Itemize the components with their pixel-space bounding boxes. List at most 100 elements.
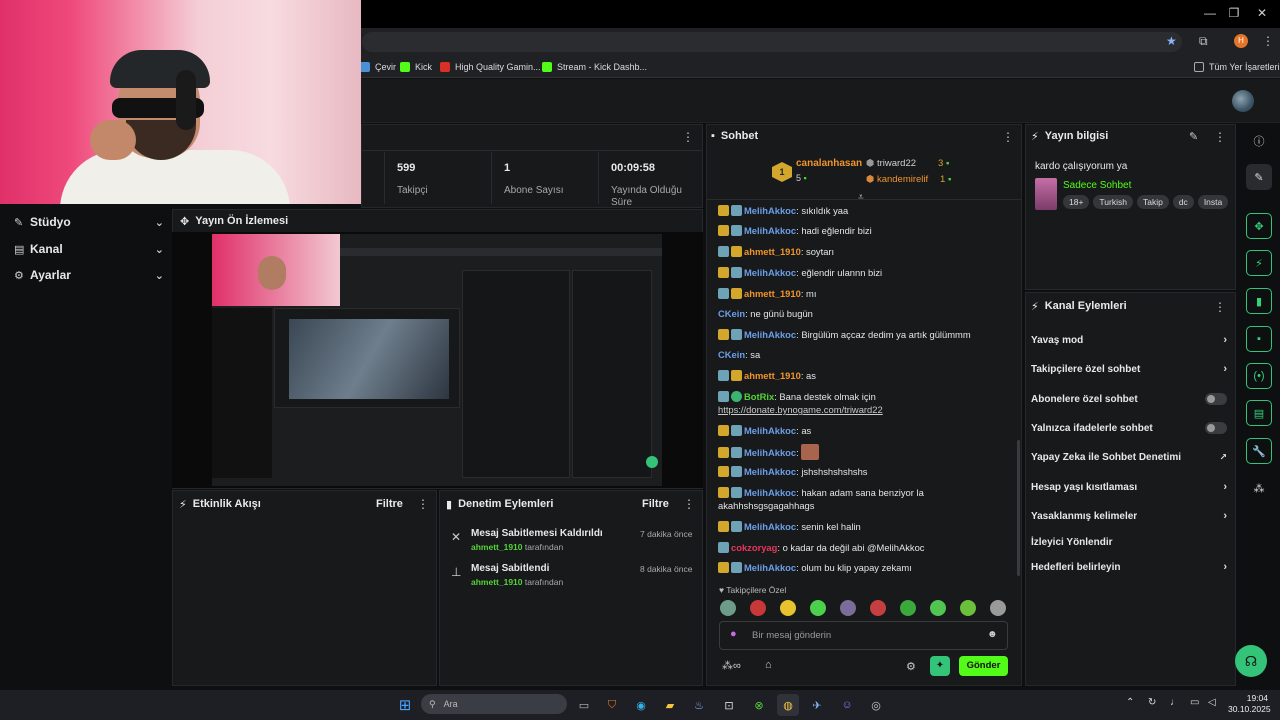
layout-icon[interactable]: ▤: [1246, 400, 1272, 426]
stream-category[interactable]: Sadece Sohbet: [1063, 180, 1131, 191]
kebab-icon[interactable]: ⋮: [683, 497, 695, 511]
taskbar-search[interactable]: ⚲ Ara: [421, 694, 567, 714]
bookmark-star-icon[interactable]: ★: [1166, 34, 1177, 48]
pen-icon: ✎: [14, 216, 24, 229]
tag[interactable]: Takip: [1136, 195, 1169, 209]
followers-only-chat[interactable]: Takipçilere özel sohbet ›: [1031, 361, 1227, 377]
users-icon[interactable]: ⁂∞: [722, 659, 741, 672]
wrench-icon[interactable]: 🔧: [1246, 438, 1272, 464]
account-age-restriction[interactable]: Hesap yaşı kısıtlaması ›: [1031, 479, 1227, 495]
discord-icon[interactable]: ☺: [836, 694, 858, 716]
edit-icon[interactable]: ✎: [1189, 130, 1198, 143]
preview-face: [258, 256, 286, 290]
emoji-icon[interactable]: ☻: [987, 629, 998, 640]
xbox-icon[interactable]: ⊗: [748, 694, 770, 716]
emote[interactable]: [810, 600, 826, 616]
emote[interactable]: [780, 600, 796, 616]
chat-toggle-icon[interactable]: ▪: [1246, 326, 1272, 352]
nav-studio[interactable]: ✎ Stüdyo ⌄: [14, 212, 164, 232]
obs-icon[interactable]: ◎: [865, 694, 887, 716]
support-icon[interactable]: ☊: [1235, 645, 1267, 677]
extensions-icon[interactable]: ⧉: [1199, 34, 1208, 49]
kebab-icon[interactable]: ⋮: [417, 497, 429, 511]
kebab-icon[interactable]: ⋮: [1002, 130, 1014, 144]
profile-avatar[interactable]: H: [1234, 34, 1248, 48]
emote[interactable]: [960, 600, 976, 616]
donate-link[interactable]: https://donate.bynogame.com/triward22: [718, 404, 883, 415]
users-icon[interactable]: ⁂: [1246, 475, 1272, 501]
broadcast-icon[interactable]: (•): [1246, 363, 1272, 389]
leaderboard-top-user[interactable]: canalanhasan: [796, 158, 862, 169]
chrome-icon[interactable]: ◍: [777, 694, 799, 716]
bookmark-item[interactable]: Stream - Kick Dashb...: [542, 60, 647, 74]
activity-filter-button[interactable]: Filtre: [376, 498, 403, 510]
send-button[interactable]: Gönder: [959, 656, 1008, 676]
user-avatar[interactable]: [1232, 90, 1254, 112]
windows-start-icon[interactable]: ⊞: [394, 694, 416, 716]
chat-scrollbar[interactable]: [1017, 440, 1020, 576]
emote[interactable]: [990, 600, 1006, 616]
chevron-right-icon: ›: [1223, 363, 1227, 375]
tray-display-icon[interactable]: ▭: [1190, 697, 1199, 708]
steam-icon[interactable]: ♨: [688, 694, 710, 716]
tag[interactable]: Insta: [1197, 195, 1229, 209]
banned-words[interactable]: Yasaklanmış kelimeler ›: [1031, 508, 1227, 524]
chat-settings-icon[interactable]: ⚙: [906, 660, 916, 673]
kick-bot-icon[interactable]: ✦: [930, 656, 950, 676]
emote[interactable]: [750, 600, 766, 616]
emote[interactable]: [870, 600, 886, 616]
all-bookmarks[interactable]: Tüm Yer İşaretleri: [1194, 60, 1280, 74]
taskbar-clock[interactable]: 19:04 30.10.2025: [1228, 693, 1271, 715]
emotes-only-toggle[interactable]: [1205, 422, 1227, 434]
nav-settings[interactable]: ⚙ Ayarlar ⌄: [14, 265, 164, 285]
tray-sync-icon[interactable]: ↻: [1148, 697, 1156, 708]
stream-preview-video[interactable]: [212, 234, 662, 486]
collapse-icon[interactable]: ⩡: [858, 192, 864, 203]
tray-chevron-icon[interactable]: ⌃: [1126, 697, 1134, 708]
microphone-icon[interactable]: ●: [730, 628, 737, 640]
slow-mode[interactable]: Yavaş mod ›: [1031, 332, 1227, 348]
close-icon[interactable]: ✕: [1252, 6, 1272, 22]
bookmark-item[interactable]: Çevir: [360, 60, 396, 74]
kebab-icon[interactable]: ⋮: [1214, 300, 1226, 314]
moderation-toggle-icon[interactable]: ▮: [1246, 288, 1272, 314]
bookmark-item[interactable]: High Quality Gamin...: [440, 60, 541, 74]
tag[interactable]: dc: [1172, 195, 1194, 209]
tray-speaker-icon[interactable]: ◁: [1208, 697, 1216, 708]
address-input[interactable]: [362, 32, 1182, 52]
emote[interactable]: [900, 600, 916, 616]
emote[interactable]: [840, 600, 856, 616]
bookmark-item[interactable]: Kick: [400, 60, 432, 74]
emote[interactable]: [930, 600, 946, 616]
ai-moderation[interactable]: Yapay Zeka ile Sohbet Denetimi ↗: [1031, 449, 1227, 465]
tag[interactable]: 18+: [1063, 195, 1090, 209]
activity-toggle-icon[interactable]: ⚡: [1246, 250, 1272, 276]
task-view-icon[interactable]: ▭: [573, 694, 595, 716]
category-thumbnail[interactable]: [1035, 178, 1057, 210]
info-icon[interactable]: ⓘ: [1246, 128, 1272, 154]
kebab-icon[interactable]: ⋮: [1214, 130, 1226, 144]
store-icon[interactable]: ⊡: [718, 694, 740, 716]
file-explorer-icon[interactable]: ▰: [659, 694, 681, 716]
store-icon[interactable]: ⌂: [765, 659, 772, 671]
browser-menu-icon[interactable]: ⋮: [1262, 34, 1274, 48]
tag[interactable]: Turkish: [1093, 195, 1133, 209]
minimize-icon[interactable]: —: [1200, 6, 1220, 22]
set-goals[interactable]: Hedefleri belirleyin ›: [1031, 559, 1227, 575]
app-icon[interactable]: ✈: [806, 694, 828, 716]
leaderboard-user[interactable]: ⬢ kandemirelif: [866, 174, 928, 185]
subscribers-only-toggle[interactable]: [1205, 393, 1227, 405]
brave-icon[interactable]: ⛉: [601, 694, 623, 716]
edge-icon[interactable]: ◉: [630, 694, 652, 716]
preview-toggle-icon[interactable]: ✥: [1246, 213, 1272, 239]
leaderboard-user[interactable]: ⬢ triward22: [866, 158, 916, 169]
maximize-icon[interactable]: ❐: [1224, 6, 1244, 22]
edit-stream-icon[interactable]: ✎: [1246, 164, 1272, 190]
raid-viewers[interactable]: İzleyici Yönlendir: [1031, 534, 1227, 550]
moderation-filter-button[interactable]: Filtre: [642, 498, 669, 510]
emote[interactable]: [720, 600, 736, 616]
nav-channel[interactable]: ▤ Kanal ⌄: [14, 239, 164, 259]
kebab-icon[interactable]: ⋮: [682, 130, 694, 144]
tray-mic-icon[interactable]: ♩: [1170, 697, 1180, 708]
chat-message: ahmett_1910: soytarı: [718, 245, 1014, 258]
